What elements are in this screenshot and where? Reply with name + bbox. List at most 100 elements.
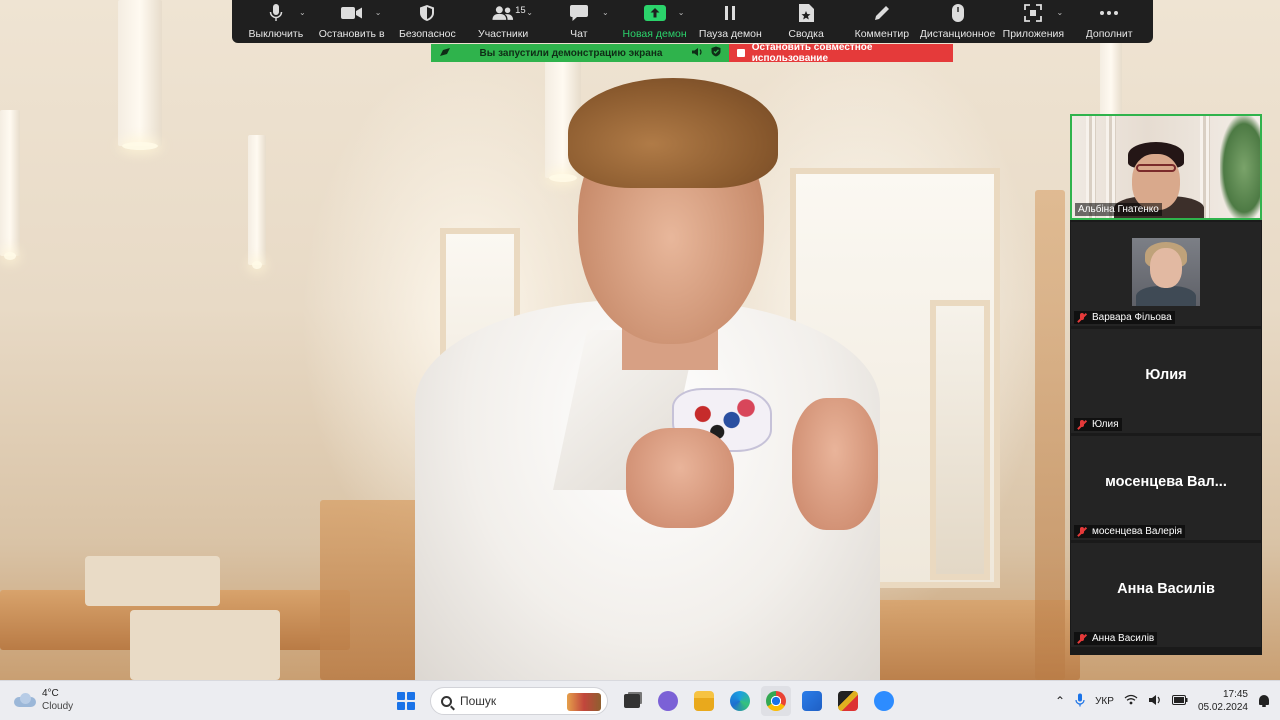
taskbar-apps: Пошук [388, 685, 902, 717]
chair [130, 610, 280, 680]
security-shield-icon[interactable] [711, 46, 721, 60]
stop-share-label: Остановить совместное использование [751, 42, 873, 64]
volume-icon[interactable] [1148, 694, 1162, 709]
chevron-down-icon[interactable]: ⌄ [375, 8, 382, 17]
file-explorer-button[interactable] [689, 686, 719, 716]
cloud-icon [14, 693, 36, 707]
notification-bell-icon[interactable] [1258, 695, 1270, 707]
participant-tile-anna[interactable]: Анна Василів Анна Василів [1070, 542, 1262, 648]
more-icon [1098, 2, 1120, 24]
hand-left [626, 428, 734, 528]
media-app-button[interactable] [833, 686, 863, 716]
participant-tile-valeria[interactable]: мосенцева Вал... мосенцева Валерія [1070, 435, 1262, 541]
pause-icon [719, 2, 741, 24]
annotate-label: Комментир [854, 28, 910, 40]
date: 05.02.2024 [1197, 702, 1248, 713]
stop-square-icon [737, 49, 745, 57]
weather-temp: 4°C [42, 688, 59, 699]
chat-label: Чат [570, 28, 588, 40]
share-screen-icon [643, 2, 666, 24]
mic-off-icon [1077, 312, 1087, 323]
avatar [1132, 238, 1200, 306]
zoom-icon [874, 691, 894, 711]
stop-video-button[interactable]: ⌄ Остановить в [314, 0, 390, 43]
hand-right [792, 398, 878, 530]
stop-video-label: Остановить в [318, 28, 385, 40]
chrome-button[interactable] [761, 686, 791, 716]
chair [85, 556, 220, 606]
mouse-icon [947, 2, 969, 24]
participant-display-name: Анна Василів [1117, 581, 1215, 597]
chevron-down-icon[interactable]: ⌄ [602, 8, 609, 17]
store-button[interactable] [797, 686, 827, 716]
task-view-button[interactable] [617, 686, 647, 716]
battery-icon[interactable] [1171, 694, 1188, 708]
more-button[interactable]: Дополнит [1071, 0, 1147, 43]
person-hair [568, 78, 778, 188]
chat-app-button[interactable] [653, 686, 683, 716]
search-placeholder: Пошук [460, 694, 497, 708]
zoom-app-button[interactable] [869, 686, 899, 716]
participants-label: Участники [478, 28, 529, 40]
media-app-icon [838, 691, 858, 711]
windows-logo-icon [397, 692, 415, 710]
apps-button[interactable]: ⌄ Приложения [996, 0, 1072, 43]
apps-icon [1022, 2, 1044, 24]
stop-share-button[interactable]: Остановить совместное использование [729, 42, 953, 64]
green-indicator-icon [439, 47, 451, 60]
summary-label: Сводка [788, 28, 824, 40]
microphone-tray-icon[interactable] [1075, 693, 1085, 710]
security-button[interactable]: Безопаснос [390, 0, 466, 43]
participant-name: Юлия [1074, 418, 1122, 431]
taskbar-search[interactable]: Пошук [430, 687, 608, 715]
mute-button[interactable]: ⌄ Выключить [238, 0, 314, 43]
remote-control-button[interactable]: Дистанционное у [920, 0, 996, 43]
edge-button[interactable] [725, 686, 755, 716]
share-status-text: Вы запустили демонстрацию экрана [479, 47, 663, 59]
chevron-down-icon[interactable]: ⌄ [678, 8, 685, 17]
participant-display-name: мосенцева Вал... [1105, 474, 1227, 490]
chevron-up-icon[interactable]: ⌃ [1055, 694, 1065, 708]
security-label: Безопаснос [399, 28, 456, 40]
weather-condition: Cloudy [42, 701, 74, 712]
store-icon [802, 691, 822, 711]
participant-name: Варвара Фільова [1074, 311, 1175, 324]
chrome-icon [766, 691, 786, 711]
system-tray: ⌃ УКР 17:45 05.02.2024 [1055, 685, 1270, 717]
mic-off-icon [1077, 526, 1087, 537]
video-camera-icon [340, 2, 363, 24]
pause-share-label: Пауза демон [698, 28, 762, 40]
mic-off-icon [1077, 633, 1087, 644]
chevron-down-icon[interactable]: ⌄ [526, 8, 533, 17]
chevron-down-icon[interactable]: ⌄ [299, 8, 306, 17]
pencil-icon [871, 2, 893, 24]
language-indicator[interactable]: УКР [1095, 696, 1114, 707]
pause-share-button[interactable]: Пауза демон [693, 0, 769, 43]
mute-label: Выключить [248, 28, 304, 40]
new-share-button[interactable]: ⌄ Новая демон [617, 0, 693, 43]
weather-widget[interactable]: 4°C Cloudy [14, 687, 73, 713]
chat-button[interactable]: ⌄ Чат [541, 0, 617, 43]
participants-button[interactable]: 15 ⌄ Участники [465, 0, 541, 43]
wifi-icon[interactable] [1124, 694, 1138, 708]
speaker-icon[interactable] [691, 47, 703, 60]
clock[interactable]: 17:45 05.02.2024 [1198, 688, 1248, 714]
remote-control-label: Дистанционное у [919, 28, 996, 40]
chat-icon [568, 2, 590, 24]
edge-icon [730, 691, 750, 711]
new-share-label: Новая демон [622, 28, 687, 40]
chevron-down-icon[interactable]: ⌄ [1057, 8, 1064, 17]
participant-name: Альбіна Гнатенко [1075, 203, 1162, 216]
summary-button[interactable]: Сводка [768, 0, 844, 43]
participant-tile-albina[interactable]: Альбіна Гнатенко [1070, 114, 1262, 220]
summary-icon [795, 2, 817, 24]
taskbar: 4°C Cloudy Пошук ⌃ УКР 17:45 05.02.2024 [0, 680, 1280, 720]
teams-chat-icon [658, 691, 678, 711]
participant-count: 15 [515, 5, 526, 16]
start-button[interactable] [391, 686, 421, 716]
participants-icon [492, 2, 514, 24]
annotate-button[interactable]: Комментир [844, 0, 920, 43]
participant-tile-yulia[interactable]: Юлия Юлия [1070, 328, 1262, 434]
participant-tile-varvara[interactable]: Варвара Фільова [1070, 221, 1262, 327]
apps-label: Приложения [1002, 28, 1065, 40]
